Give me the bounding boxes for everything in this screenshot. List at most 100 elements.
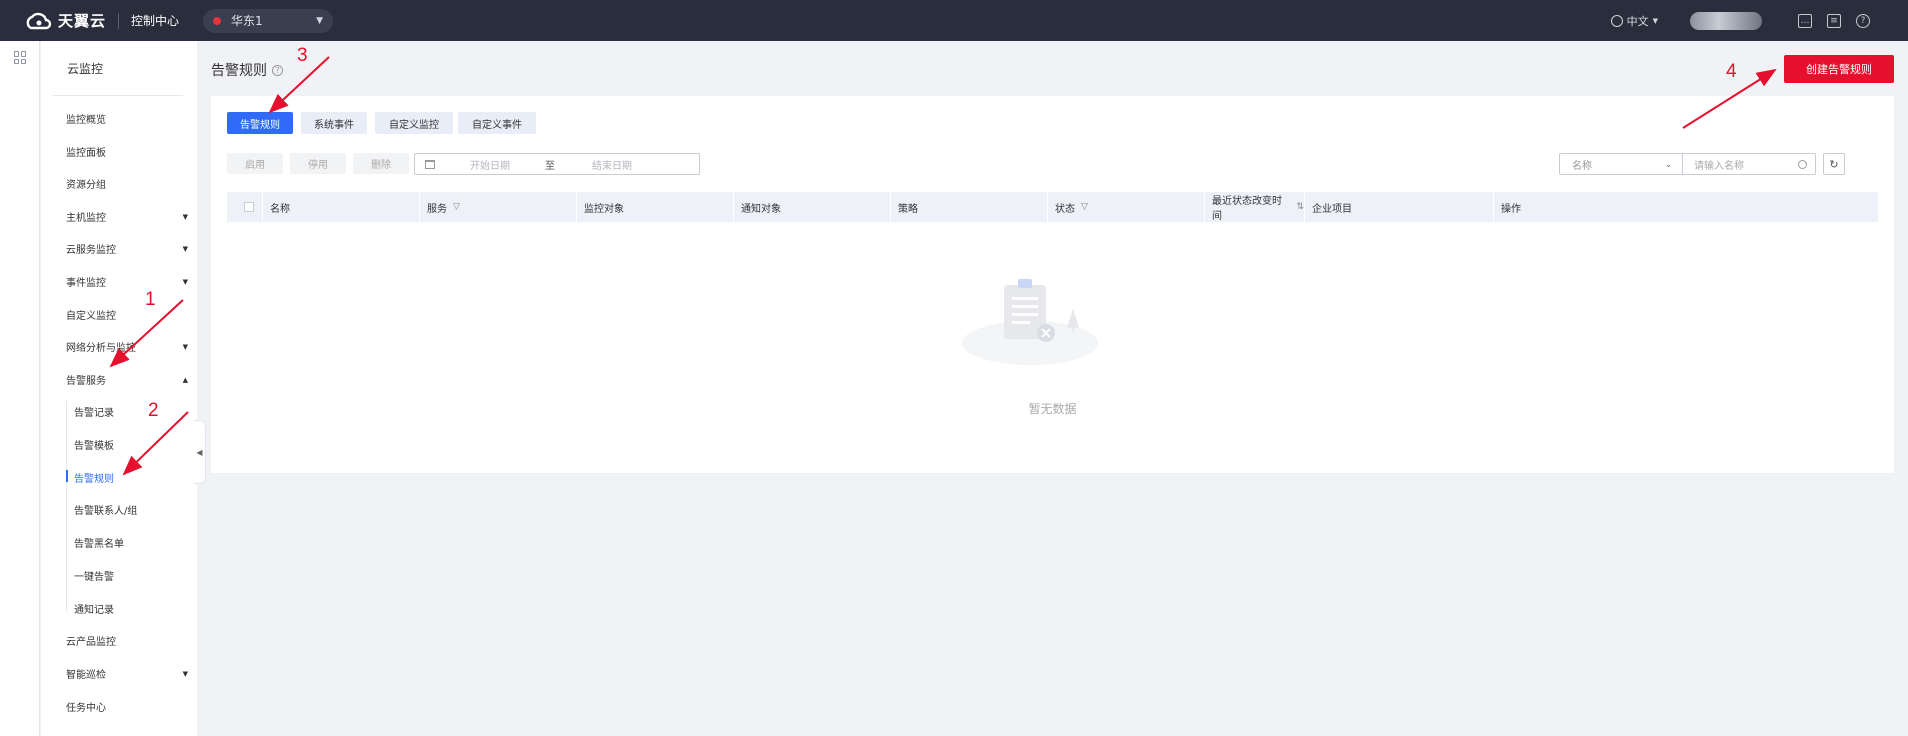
sidebar-subitem-alarm-blacklist[interactable]: 告警黑名单 [74,535,124,550]
page-title-text: 告警规则 [211,63,267,79]
sort-icon[interactable]: ⇅ [1296,202,1304,212]
sidebar-subitem-alarm-contacts[interactable]: 告警联系人/组 [74,502,137,517]
sidebar-item-cloud-product-monitor[interactable]: 云产品监控 [66,633,188,648]
user-avatar[interactable] [1690,11,1762,30]
column-header-actions: 操作 [1493,192,1673,222]
logo[interactable]: 天翼云 [24,10,106,31]
start-date-input[interactable]: 开始日期 [470,157,510,172]
tab-custom-events[interactable]: 自定义事件 [458,112,536,134]
date-range-picker[interactable]: 开始日期 至 结束日期 [414,153,700,175]
annotation-label-3: 3 [297,45,308,66]
chevron-down-icon: ▼ [182,244,188,253]
date-separator: 至 [545,160,555,172]
sidebar-item-resource-group[interactable]: 资源分组 [66,176,188,191]
divider [118,12,120,29]
column-header-name: 名称 [262,192,419,222]
language-label: 中文 [1626,14,1649,28]
active-indicator [66,470,68,482]
tree-line [66,401,67,611]
help-icon[interactable]: ? [1856,13,1870,28]
chevron-down-icon: ▼ [182,212,188,221]
chevron-left-icon: ◀ [196,447,203,457]
sidebar-subitem-alarm-templates[interactable]: 告警模板 [74,437,114,452]
sidebar-item-label: 监控概览 [66,115,106,126]
cloud-logo-icon [26,12,52,29]
tab-custom-monitor[interactable]: 自定义监控 [375,112,453,134]
annotation-label-1: 1 [145,289,156,310]
settings-sliders-icon[interactable]: ≡ [1827,13,1841,28]
disable-button[interactable]: 停用 [290,153,346,174]
sidebar-item-label: 资源分组 [66,180,106,191]
location-pin-icon [213,16,222,25]
empty-clipboard-icon [962,279,1098,365]
annotation-label-4: 4 [1726,61,1737,82]
refresh-button[interactable]: ↻ [1823,153,1845,175]
search-field-value: 名称 [1572,160,1592,172]
chevron-down-icon: ⌄ [1665,159,1672,169]
chevron-up-icon: ▲ [182,375,188,384]
help-icon[interactable]: ? [272,64,283,76]
sidebar-item-smart-inspection[interactable]: 智能巡检 ▼ [66,666,188,682]
chevron-down-icon: ▼ [316,15,324,26]
icon-rail [0,41,40,736]
sidebar-item-cloud-service-monitor[interactable]: 云服务监控 ▼ [66,241,188,257]
chevron-down-icon: ▼ [182,342,188,351]
refresh-icon: ↻ [1829,157,1839,171]
sidebar-item-host-monitor[interactable]: 主机监控 ▼ [66,209,188,225]
sidebar-item-label: 云服务监控 [66,245,116,256]
enable-button[interactable]: 启用 [227,153,283,174]
column-header-status: 状态 ▽ [1047,192,1204,222]
sidebar-item-label: 智能巡检 [66,670,106,681]
sidebar-item-label: 任务中心 [66,703,106,714]
search-placeholder: 请输入名称 [1694,160,1744,172]
table-header: 名称 服务 ▽ 监控对象 通知对象 策略 状态 ▽ 最近状态改变时间 ⇅ 企业项目 操… [227,192,1878,222]
language-switcher[interactable]: 中文 ▼ [1610,13,1658,29]
column-header-policy: 策略 [890,192,1047,222]
tab-system-events[interactable]: 系统事件 [301,112,367,134]
calendar-icon [425,159,435,169]
column-header-service: 服务 ▽ [419,192,576,222]
brand-name: 天翼云 [58,12,107,30]
column-header-monitor-object: 监控对象 [576,192,733,222]
search-field-select[interactable]: 名称 ⌄ [1559,153,1683,175]
sidebar-item-custom-monitor[interactable]: 自定义监控 [66,307,188,322]
end-date-input[interactable]: 结束日期 [592,157,632,172]
message-icon[interactable]: … [1798,13,1812,28]
column-header-notify-object: 通知对象 [733,192,890,222]
sidebar-title: 云监控 [67,62,104,76]
sidebar-item-alarm-service[interactable]: 告警服务 ▲ [66,372,188,388]
console-link[interactable]: 控制中心 [131,12,179,29]
search-input[interactable]: 请输入名称 [1682,153,1816,175]
tab-alarm-rules[interactable]: 告警规则 [227,112,293,134]
select-all-checkbox[interactable] [244,202,254,212]
globe-icon [1610,14,1623,27]
sidebar-item-task-center[interactable]: 任务中心 [66,699,188,714]
sidebar-item-network-analysis[interactable]: 网络分析与监控 ▼ [66,339,188,355]
delete-button[interactable]: 删除 [353,153,409,174]
search-icon[interactable] [1798,159,1807,169]
create-alarm-rule-button[interactable]: 创建告警规则 [1784,55,1894,83]
sidebar-item-label: 主机监控 [66,213,106,224]
sidebar-item-label: 自定义监控 [66,311,116,322]
sidebar-subitem-alarm-rules[interactable]: 告警规则 [74,470,114,485]
region-label: 华东1 [231,14,263,28]
sidebar-subitem-alarm-records[interactable]: 告警记录 [74,404,114,419]
region-selector[interactable]: 华东1 ▼ [203,8,334,33]
sidebar: 云监控 监控概览 监控面板 资源分组 主机监控 ▼ 云服务监控 ▼ 事件监控 ▼ 自定… [41,41,197,736]
apps-grid-icon[interactable] [14,51,27,64]
sidebar-item-label: 云产品监控 [66,637,116,648]
sidebar-item-event-monitor[interactable]: 事件监控 ▼ [66,274,188,290]
sidebar-item-label: 监控面板 [66,148,106,159]
filter-icon[interactable]: ▽ [453,202,460,212]
sidebar-item-label: 事件监控 [66,278,106,289]
sidebar-collapse-handle[interactable]: ◀ [194,420,206,484]
sidebar-item-monitor-dashboard[interactable]: 监控面板 [66,144,188,159]
page-title: 告警规则 ? [211,60,283,80]
sidebar-subitem-notification-records[interactable]: 通知记录 [74,601,114,616]
empty-state-text: 暂无数据 [1028,402,1077,416]
sidebar-item-monitor-overview[interactable]: 监控概览 [66,111,188,126]
sidebar-subitem-one-click-alarm[interactable]: 一键告警 [74,568,114,583]
chevron-down-icon: ▼ [182,277,188,286]
column-header-last-change-time: 最近状态改变时间 ⇅ [1204,192,1304,222]
filter-icon[interactable]: ▽ [1081,202,1088,212]
